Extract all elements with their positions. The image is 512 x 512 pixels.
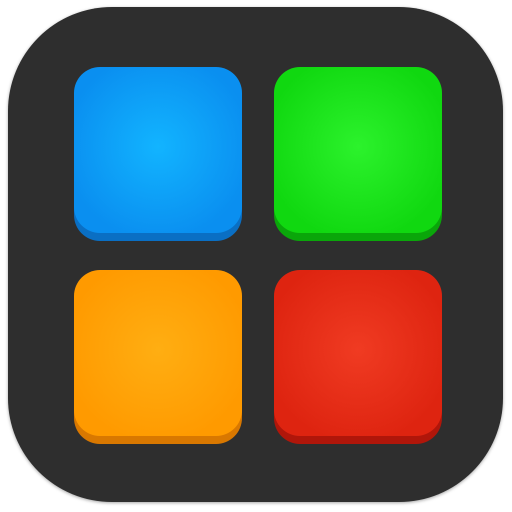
blue-square-button[interactable] [74, 67, 242, 241]
orange-square-face [74, 270, 242, 436]
blue-square-face [74, 67, 242, 233]
green-square-face [274, 67, 442, 233]
orange-square-button[interactable] [74, 270, 242, 444]
green-square-button[interactable] [274, 67, 442, 241]
app-icon [0, 0, 512, 512]
red-square-face [274, 270, 442, 436]
red-square-button[interactable] [274, 270, 442, 444]
